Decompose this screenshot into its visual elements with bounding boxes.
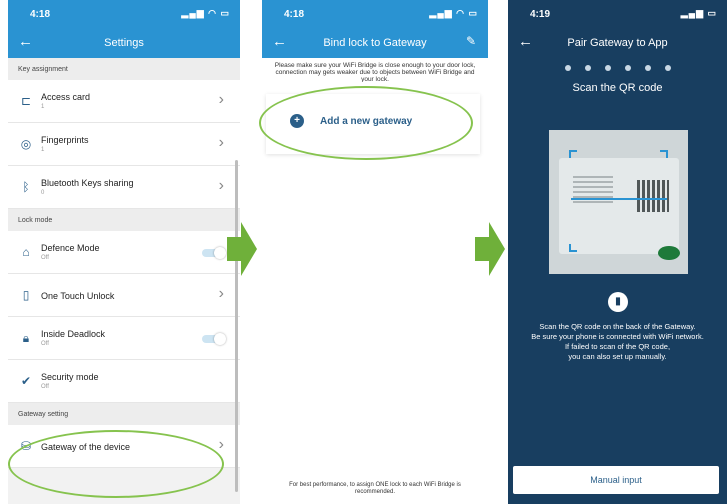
bind-gateway-app-bar: ← Bind lock to Gateway ✎: [262, 28, 488, 58]
item-label: Inside Deadlock: [41, 329, 106, 339]
performance-footnote: For best performance, to assign ONE lock…: [289, 482, 461, 495]
lock-icon: 🔒︎: [22, 331, 30, 345]
scan-instructions: Scan the QR code on the back of the Gate…: [512, 322, 723, 362]
bluetooth-icon: ᛒ: [22, 180, 30, 194]
edit-icon[interactable]: ✎: [466, 34, 476, 48]
status-time: 4:18: [284, 9, 305, 20]
camera-viewfinder: [549, 130, 688, 274]
settings-item-inside-deadlock: 🔒︎ Inside Deadlock Off: [8, 317, 240, 360]
step-dot: [564, 65, 571, 71]
hint-line: you can also set up manually.: [568, 352, 667, 361]
step-dot: [644, 65, 651, 71]
status-time: 4:19: [530, 9, 551, 20]
flashlight-icon[interactable]: ▮: [608, 292, 628, 312]
page-title: Pair Gateway to App: [567, 37, 668, 49]
status-bar: 4:19 ▂▄▆ ▭: [508, 0, 727, 28]
scan-title: Scan the QR code: [572, 82, 663, 94]
settings-item-security-mode[interactable]: ✔ Security mode Off: [8, 360, 240, 403]
settings-item-bluetooth-keys[interactable]: ᛒ Bluetooth Keys sharing 0 ›: [8, 166, 240, 209]
highlight-add-gateway: [259, 86, 473, 160]
chevron-right-icon: ›: [218, 436, 224, 453]
section-key-assignment: Key assignment: [8, 58, 240, 80]
viewfinder-corner: [660, 150, 668, 158]
item-count: 1: [41, 104, 45, 110]
page-title: Bind lock to Gateway: [323, 37, 427, 49]
pair-gateway-app-bar: ← Pair Gateway to App: [508, 28, 727, 58]
hint-line: If failed to scan of the QR code,: [564, 342, 671, 351]
signal-wifi-battery-icon: ▂▄▆ ◠ ▭: [181, 8, 230, 18]
settings-screen: 4:18 ▂▄▆ ◠ ▭ ← Settings Key assignment ⊏…: [8, 0, 240, 504]
pair-gateway-screen: 4:19 ▂▄▆ ▭ ← Pair Gateway to App Scan th…: [508, 0, 727, 504]
step-indicator: [508, 58, 727, 76]
green-sticker-image: [658, 246, 680, 260]
viewfinder-corner: [569, 244, 577, 252]
chevron-right-icon: ›: [218, 91, 224, 108]
qr-code-image: [637, 180, 669, 212]
shield-check-icon: ✔: [20, 374, 32, 388]
item-count: 1: [41, 147, 45, 153]
item-label: One Touch Unlock: [41, 291, 115, 301]
flow-arrow-icon: [475, 222, 505, 276]
access-card-icon: ⊏: [20, 94, 32, 108]
signal-wifi-battery-icon: ▂▄▆ ◠ ▭: [429, 8, 478, 18]
chevron-right-icon: ›: [218, 177, 224, 194]
defence-mode-toggle[interactable]: [202, 247, 226, 259]
item-status: Off: [41, 341, 49, 347]
settings-item-one-touch-unlock[interactable]: ▯ One Touch Unlock ›: [8, 274, 240, 317]
step-dot: [624, 65, 631, 71]
viewfinder-corner: [569, 150, 577, 158]
highlight-gateway-item: [8, 430, 224, 498]
settings-item-defence-mode: ⌂ Defence Mode Off: [8, 231, 240, 274]
bind-gateway-screen: 4:18 ▂▄▆ ◠ ▭ ← Bind lock to Gateway ✎ Pl…: [262, 0, 488, 504]
item-label: Fingerprints: [41, 135, 89, 145]
section-gateway-setting: Gateway setting: [8, 403, 240, 425]
item-label: Defence Mode: [41, 243, 100, 253]
item-label: Security mode: [41, 372, 99, 382]
item-status: Off: [41, 255, 49, 261]
hint-line: Be sure your phone is connected with WiF…: [531, 332, 704, 341]
inside-deadlock-toggle[interactable]: [202, 333, 226, 345]
step-dot: [584, 65, 591, 71]
item-count: 0: [41, 190, 45, 196]
manual-input-button[interactable]: Manual input: [513, 466, 719, 494]
label-text-image: [573, 176, 613, 206]
chevron-right-icon: ›: [218, 134, 224, 151]
scrollbar[interactable]: [235, 160, 238, 492]
settings-item-fingerprints[interactable]: ◎ Fingerprints 1 ›: [8, 123, 240, 166]
step-dot: [664, 65, 671, 71]
phone-touch-icon: ▯: [22, 288, 30, 302]
section-lock-mode: Lock mode: [8, 209, 240, 231]
status-bar: 4:18 ▂▄▆ ◠ ▭: [8, 0, 240, 28]
scan-line: [571, 198, 667, 200]
status-time: 4:18: [30, 9, 51, 20]
signal-wifi-battery-icon: ▂▄▆ ▭: [680, 8, 717, 18]
status-bar: 4:18 ▂▄▆ ◠ ▭: [262, 0, 488, 28]
settings-item-access-card[interactable]: ⊏ Access card 1 ›: [8, 80, 240, 123]
item-label: Bluetooth Keys sharing: [41, 178, 134, 188]
item-label: Access card: [41, 92, 91, 102]
page-title: Settings: [104, 37, 144, 49]
step-dot: [604, 65, 611, 71]
hint-line: Scan the QR code on the back of the Gate…: [539, 322, 696, 331]
home-icon: ⌂: [22, 245, 30, 259]
proximity-notice: Please make sure your WiFi Bridge is clo…: [274, 62, 476, 82]
flow-arrow-icon: [227, 222, 257, 276]
item-status: Off: [41, 384, 49, 390]
chevron-right-icon: ›: [218, 285, 224, 302]
settings-app-bar: ← Settings: [8, 28, 240, 58]
fingerprint-icon: ◎: [20, 137, 32, 151]
